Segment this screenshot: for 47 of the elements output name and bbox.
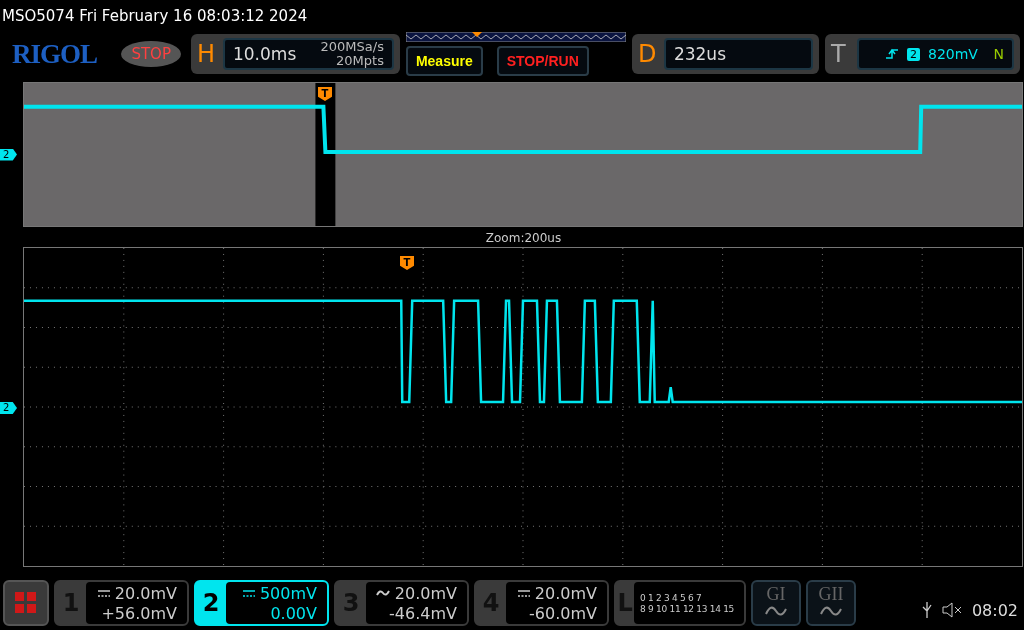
dc-coupling-icon [97, 589, 110, 597]
horizontal-panel[interactable]: H 10.0ms 200MSa/s 20Mpts [191, 34, 400, 74]
channel-offset: -46.4mV [389, 603, 457, 623]
measure-button[interactable]: Measure [405, 46, 483, 76]
zoom-label: Zoom:200us [485, 231, 562, 245]
status-line: MSO5074 Fri February 16 08:03:12 2024 [2, 7, 308, 25]
brand-logo: RIGOL [12, 38, 99, 70]
speaker-muted-icon [941, 602, 962, 618]
channel-offset: 0.00V [270, 603, 317, 623]
grid-icon [15, 592, 37, 614]
trigger-source-badge: 2 [907, 47, 920, 61]
logic-channels-row: 8 9 10 11 12 13 14 15 [640, 603, 734, 614]
delay-panel[interactable]: D 232us [631, 34, 819, 74]
dc-coupling-icon [517, 589, 530, 597]
rising-edge-icon [885, 48, 899, 60]
channel-offset: +56.0mV [101, 603, 177, 623]
stop-run-button[interactable]: STOP/RUN [496, 46, 589, 76]
usb-icon [921, 601, 932, 619]
sine-wave-icon [765, 605, 787, 617]
menu-button[interactable] [3, 580, 49, 626]
channel-tab[interactable]: 2 500mV 0.00V [194, 580, 329, 626]
trigger-marker[interactable]: T [318, 87, 332, 101]
delay-label: D [637, 40, 658, 68]
trigger-label: T [831, 40, 847, 68]
channel-marker[interactable]: 2 [0, 148, 17, 161]
trigger-level: 820mV [928, 46, 978, 62]
channel-scale: 20.0mV [394, 583, 457, 603]
clock: 08:02 [971, 600, 1018, 620]
delay-value: 232us [673, 44, 726, 64]
run-state-indicator: STOP [121, 41, 181, 67]
dc-coupling-icon [242, 589, 255, 597]
trigger-panel[interactable]: T 2 820mV N [825, 34, 1020, 74]
channel-marker[interactable]: 2 [0, 402, 17, 414]
horizontal-label: H [197, 40, 217, 68]
ac-coupling-icon [375, 589, 390, 597]
trigger-marker[interactable]: T [400, 256, 414, 270]
timebase-value: 10.0ms [233, 44, 297, 64]
trigger-mode: N [993, 46, 1004, 62]
sine-wave-icon [820, 605, 842, 617]
channel-scale: 20.0mV [114, 583, 177, 603]
channel-number: 2 [201, 589, 221, 617]
channel-scale: 20.0mV [534, 583, 597, 603]
logic-channels-row: 0 1 2 3 4 5 6 7 [640, 592, 702, 603]
memory-depth: 20Mpts [336, 54, 384, 68]
channel-scale: 500mV [259, 583, 317, 603]
channel-offset: -60.0mV [529, 603, 597, 623]
sample-rate: 200MSa/s [320, 40, 384, 54]
